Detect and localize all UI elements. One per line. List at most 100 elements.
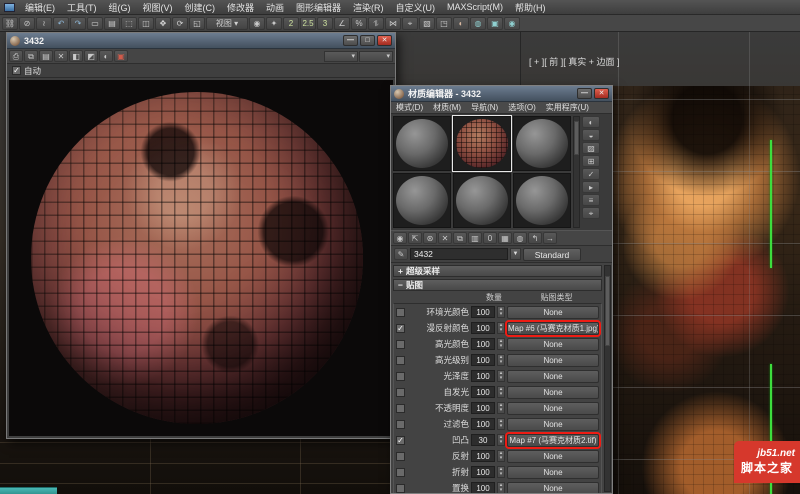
map-type-button[interactable]: Map #6 (马赛克材质1.jpg): [507, 322, 599, 335]
me-menu-item-3[interactable]: 选项(O): [503, 102, 541, 113]
get-material-icon[interactable]: ◉: [393, 232, 407, 244]
scrollbar-thumb[interactable]: [605, 276, 610, 346]
minimize-button[interactable]: —: [343, 35, 358, 46]
snap-3d-icon[interactable]: 3: [317, 17, 333, 30]
map-enable-checkbox[interactable]: [396, 404, 405, 413]
menu-item-1[interactable]: 工具(T): [61, 0, 103, 14]
put-to-scene-icon[interactable]: ⇱: [408, 232, 422, 244]
map-amount-field[interactable]: 100: [471, 354, 495, 366]
select-rotate-icon[interactable]: ⟳: [172, 17, 188, 30]
map-type-button[interactable]: None: [507, 370, 599, 383]
redo-icon[interactable]: ↷: [70, 17, 86, 30]
map-enable-checkbox[interactable]: ✓: [396, 324, 405, 333]
material-sample-slot[interactable]: [453, 173, 511, 228]
menu-item-9[interactable]: 自定义(U): [390, 0, 442, 14]
spinner-down-icon[interactable]: ▾: [500, 376, 503, 381]
sample-scrollbar[interactable]: [573, 116, 580, 228]
backlight-icon[interactable]: ◒: [582, 129, 600, 141]
amount-spinner[interactable]: ▴▾: [497, 482, 505, 493]
pick-material-icon[interactable]: ✎: [394, 248, 408, 260]
video-color-check-icon[interactable]: ✓: [582, 168, 600, 180]
material-id-icon[interactable]: 0: [483, 232, 497, 244]
spinner-down-icon[interactable]: ▾: [500, 312, 503, 317]
spinner-down-icon[interactable]: ▾: [500, 488, 503, 493]
crossing-selection-icon[interactable]: ◫: [138, 17, 154, 30]
map-type-button[interactable]: Map #7 (马赛克材质2.tif): [507, 434, 599, 447]
map-amount-field[interactable]: 100: [471, 322, 495, 334]
sample-tiling-icon[interactable]: ⊞: [582, 155, 600, 167]
close-button[interactable]: ✕: [377, 35, 392, 46]
auto-region-checkbox[interactable]: ✓: [12, 66, 21, 75]
channel-rgb-icon[interactable]: ◧: [69, 50, 83, 62]
spinner-down-icon[interactable]: ▾: [500, 472, 503, 477]
map-enable-checkbox[interactable]: [396, 372, 405, 381]
amount-spinner[interactable]: ▴▾: [497, 338, 505, 350]
mirror-icon[interactable]: ⋈: [385, 17, 401, 30]
amount-spinner[interactable]: ▴▾: [497, 354, 505, 366]
select-scale-icon[interactable]: ◱: [189, 17, 205, 30]
area-to-render-dropdown[interactable]: ▾: [324, 51, 358, 62]
make-preview-icon[interactable]: ▸: [582, 181, 600, 193]
print-image-icon[interactable]: ▤: [39, 50, 53, 62]
select-move-icon[interactable]: ✥: [155, 17, 171, 30]
me-menu-item-4[interactable]: 实用程序(U): [541, 102, 594, 113]
bind-spacewarp-icon[interactable]: ≀: [36, 17, 52, 30]
make-unique-icon[interactable]: ⧉: [453, 232, 467, 244]
amount-spinner[interactable]: ▴▾: [497, 434, 505, 446]
map-enable-checkbox[interactable]: [396, 340, 405, 349]
map-type-button[interactable]: None: [507, 418, 599, 431]
spinner-down-icon[interactable]: ▾: [500, 360, 503, 365]
map-amount-field[interactable]: 100: [471, 386, 495, 398]
select-link-icon[interactable]: ⛓: [2, 17, 18, 30]
rollout-supersampling[interactable]: + 超级采样: [393, 265, 602, 277]
spinner-down-icon[interactable]: ▾: [500, 456, 503, 461]
material-sample-slot[interactable]: [393, 173, 451, 228]
rollout-scrollbar[interactable]: [604, 265, 611, 492]
close-button[interactable]: ✕: [594, 88, 609, 99]
map-amount-field[interactable]: 100: [471, 306, 495, 318]
snap-2d-icon[interactable]: 2: [283, 17, 299, 30]
material-sample-slot[interactable]: [513, 173, 571, 228]
map-amount-field[interactable]: 100: [471, 338, 495, 350]
show-map-in-viewport-icon[interactable]: ▦: [498, 232, 512, 244]
material-editor-titlebar[interactable]: 材质编辑器 - 3432 — ✕: [391, 86, 612, 102]
align-icon[interactable]: ⌖: [402, 17, 418, 30]
spinner-down-icon[interactable]: ▾: [500, 344, 503, 349]
map-amount-field[interactable]: 100: [471, 370, 495, 382]
use-pivot-center-icon[interactable]: ◉: [249, 17, 265, 30]
app-icon[interactable]: [4, 3, 15, 12]
map-enable-checkbox[interactable]: [396, 356, 405, 365]
assign-to-selection-icon[interactable]: ⊛: [423, 232, 437, 244]
minimize-button[interactable]: —: [577, 88, 592, 99]
sample-type-icon[interactable]: ◐: [582, 116, 600, 128]
menu-item-4[interactable]: 创建(C): [179, 0, 222, 14]
map-amount-field[interactable]: 100: [471, 466, 495, 478]
graph-editors-icon[interactable]: ◳: [436, 17, 452, 30]
menu-item-3[interactable]: 视图(V): [137, 0, 179, 14]
amount-spinner[interactable]: ▴▾: [497, 466, 505, 478]
map-amount-field[interactable]: 30: [471, 434, 495, 446]
material-sample-slot[interactable]: [393, 116, 451, 171]
spinner-down-icon[interactable]: ▾: [500, 424, 503, 429]
menu-item-11[interactable]: 帮助(H): [509, 0, 552, 14]
go-forward-icon[interactable]: →: [543, 232, 557, 244]
material-type-button[interactable]: Standard: [523, 248, 581, 261]
select-by-material-icon[interactable]: ⌖: [582, 207, 600, 219]
menu-item-8[interactable]: 渲染(R): [347, 0, 390, 14]
amount-spinner[interactable]: ▴▾: [497, 402, 505, 414]
material-editor-icon[interactable]: ◐: [453, 17, 469, 30]
map-enable-checkbox[interactable]: [396, 420, 405, 429]
options-icon[interactable]: ≡: [582, 194, 600, 206]
map-type-button[interactable]: None: [507, 354, 599, 367]
menu-item-2[interactable]: 组(G): [103, 0, 137, 14]
rendered-frame-icon[interactable]: ▣: [487, 17, 503, 30]
map-enable-checkbox[interactable]: ✓: [396, 436, 405, 445]
rect-region-icon[interactable]: ⬚: [121, 17, 137, 30]
map-type-button[interactable]: None: [507, 466, 599, 479]
scrollbar-thumb[interactable]: [574, 121, 579, 155]
map-type-button[interactable]: None: [507, 386, 599, 399]
amount-spinner[interactable]: ▴▾: [497, 370, 505, 382]
map-enable-checkbox[interactable]: [396, 452, 405, 461]
map-enable-checkbox[interactable]: [396, 484, 405, 493]
channel-alpha-icon[interactable]: ◩: [84, 50, 98, 62]
